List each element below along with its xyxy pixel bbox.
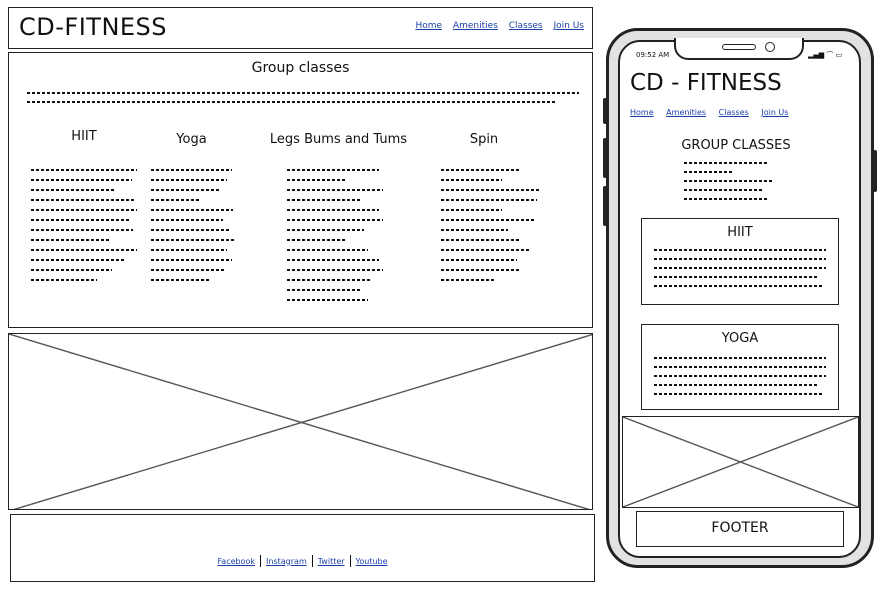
mobile-section-title: GROUP CLASSES — [681, 138, 791, 153]
group-classes-section: Group classes HIIT Yoga Legs Bums and Tu… — [8, 52, 593, 328]
mobile-class-card-yoga[interactable]: YOGA — [641, 324, 839, 410]
main-nav: Home Amenities Classes Join Us — [407, 21, 584, 31]
section-title: Group classes — [251, 60, 350, 76]
battery-icon: ▭ — [835, 51, 843, 59]
mobile-nav-home[interactable]: Home — [630, 108, 654, 117]
hero-image-placeholder — [8, 333, 593, 510]
power-button — [873, 150, 877, 192]
brand-logo[interactable]: CD-FITNESS — [19, 13, 167, 41]
class-description-hiit — [31, 169, 137, 289]
image-placeholder-cross — [623, 417, 858, 507]
speaker-icon — [722, 44, 756, 50]
mobile-nav-join-us[interactable]: Join Us — [761, 108, 788, 117]
class-description-legs-bums-tums — [287, 169, 383, 309]
class-description-yoga — [151, 169, 235, 289]
intro-text-line — [27, 92, 579, 94]
volume-button — [603, 186, 607, 226]
intro-text-line — [27, 101, 555, 103]
instagram-link[interactable]: Instagram — [261, 557, 312, 566]
volume-down-button — [603, 138, 607, 178]
class-title-legs-bums-tums: Legs Bums and Tums — [269, 132, 408, 147]
social-links: Facebook Instagram Twitter Youtube — [11, 555, 594, 567]
mobile-class-card-hiit[interactable]: HIIT — [641, 218, 839, 305]
desktop-header: CD-FITNESS Home Amenities Classes Join U… — [8, 7, 593, 49]
facebook-link[interactable]: Facebook — [212, 557, 260, 566]
mobile-intro-text — [684, 162, 774, 207]
status-time: 09:52 AM — [636, 51, 670, 59]
image-placeholder-cross — [9, 334, 592, 509]
desktop-footer: Facebook Instagram Twitter Youtube — [10, 514, 595, 582]
mobile-card-text — [654, 357, 826, 402]
camera-icon — [765, 42, 775, 52]
mobile-card-title: YOGA — [721, 331, 759, 346]
volume-up-button — [603, 98, 607, 124]
class-title-spin: Spin — [469, 132, 499, 147]
status-icons: ▂▄▆ ⌒ ▭ — [808, 50, 842, 60]
mobile-card-title: HIIT — [727, 225, 753, 240]
nav-link-join-us[interactable]: Join Us — [553, 21, 584, 31]
mobile-card-text — [654, 249, 826, 294]
twitter-link[interactable]: Twitter — [313, 557, 350, 566]
youtube-link[interactable]: Youtube — [351, 557, 393, 566]
nav-link-classes[interactable]: Classes — [509, 21, 543, 31]
nav-link-amenities[interactable]: Amenities — [453, 21, 498, 31]
mobile-image-placeholder — [622, 416, 859, 508]
mobile-brand-logo[interactable]: CD - FITNESS — [630, 70, 782, 96]
mobile-footer: FOOTER — [636, 511, 844, 547]
class-title-hiit: HIIT — [71, 129, 97, 144]
signal-icon: ▂▄▆ — [808, 51, 825, 59]
mobile-nav: Home Amenities Classes Join Us — [630, 108, 798, 117]
mobile-nav-classes[interactable]: Classes — [719, 108, 749, 117]
class-description-spin — [441, 169, 539, 289]
class-title-yoga: Yoga — [176, 132, 207, 147]
wifi-icon: ⌒ — [826, 51, 834, 59]
nav-link-home[interactable]: Home — [415, 21, 442, 31]
mobile-nav-amenities[interactable]: Amenities — [666, 108, 706, 117]
